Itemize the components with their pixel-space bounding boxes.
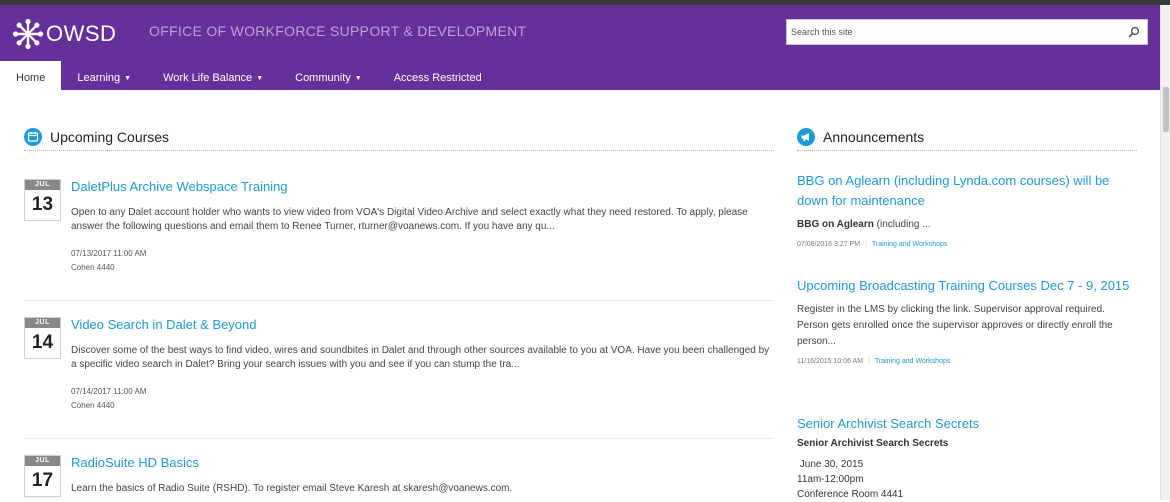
course-date-badge: JUL 17	[24, 455, 61, 497]
announcement-category-link[interactable]: Training and Workshops	[875, 358, 950, 365]
course-month: JUL	[25, 318, 60, 328]
upcoming-courses-divider	[24, 150, 774, 151]
course-location: Cohen 4440	[71, 401, 115, 410]
nav-community[interactable]: Community ▼	[279, 61, 378, 95]
course-day: 17	[31, 470, 54, 491]
course-description: Discover some of the best ways to find v…	[71, 345, 770, 370]
announcement-item: Senior Archivist Search Secrets Senior A…	[797, 414, 1137, 502]
course-title-link[interactable]: Video Search in Dalet & Beyond	[71, 317, 257, 332]
nav-home[interactable]: Home	[0, 61, 62, 95]
announcement-date: 11/16/2015 10:06 AM	[797, 358, 864, 365]
announcement-body-bold: BBG on Aglearn	[797, 219, 874, 230]
calendar-icon	[24, 128, 42, 146]
course-description: Learn the basics of Radio Suite (RSHD). …	[71, 483, 513, 494]
upcoming-courses-heading: Upcoming Courses	[24, 128, 169, 146]
nav-learning-label: Learning	[77, 72, 121, 84]
chevron-down-icon: ▼	[354, 75, 362, 82]
megaphone-icon	[797, 128, 815, 146]
search-icon[interactable]	[1128, 25, 1140, 43]
course-day: 13	[31, 194, 54, 215]
announcements-title: Announcements	[823, 129, 925, 145]
announcements-heading: Announcements	[797, 128, 924, 146]
announcement-body-text: (including ...	[873, 219, 931, 230]
nav-access-restricted[interactable]: Access Restricted	[378, 61, 498, 95]
course-date-badge: JUL 13	[24, 179, 61, 221]
scrollbar-thumb[interactable]	[1163, 87, 1169, 132]
course-separator	[24, 438, 774, 439]
logo-text: OWSD	[46, 21, 117, 46]
announcement-meta: 07/08/2016 3:27 PM | Training and Workshop…	[797, 241, 1137, 248]
course-datetime: 07/14/2017 11:00 AM	[71, 387, 147, 396]
meta-divider: |	[868, 358, 870, 365]
chevron-down-icon: ▼	[256, 75, 264, 82]
course-day: 14	[31, 332, 54, 353]
course-title-link[interactable]: RadioSuite HD Basics	[71, 455, 199, 470]
announcement-subtitle: Senior Archivist Search Secrets	[797, 436, 1137, 452]
course-title-link[interactable]: DaletPlus Archive Webspace Training	[71, 179, 288, 194]
search-input[interactable]	[787, 20, 1117, 44]
snowflake-logo-icon	[12, 18, 44, 50]
announcement-body: Register in the LMS by clicking the link…	[797, 304, 1113, 347]
announcement-title-link[interactable]: Upcoming Broadcasting Training Courses D…	[797, 276, 1137, 296]
nav-access-restricted-label: Access Restricted	[393, 72, 482, 84]
nav-learning[interactable]: Learning ▼	[61, 61, 147, 95]
site-search-box	[786, 19, 1148, 45]
announcement-category-link[interactable]: Training and Workshops	[872, 241, 947, 248]
nav-community-label: Community	[295, 72, 351, 84]
nav-work-life-balance[interactable]: Work Life Balance ▼	[147, 61, 279, 95]
site-title: OFFICE OF WORKFORCE SUPPORT & DEVELOPMEN…	[149, 23, 527, 39]
course-separator	[24, 300, 774, 301]
announcement-time-line: 11am-12:00pm	[797, 474, 864, 485]
course-month: JUL	[25, 456, 60, 466]
meta-divider: |	[865, 241, 867, 248]
course-location: Cohen 4440	[71, 263, 115, 272]
course-description: Open to any Dalet account holder who wan…	[71, 207, 748, 232]
course-date-badge: JUL 14	[24, 317, 61, 359]
upcoming-courses-title: Upcoming Courses	[50, 129, 170, 145]
nav-home-label: Home	[16, 72, 46, 84]
announcement-date-line: June 30, 2015	[797, 459, 864, 470]
announcement-title-link[interactable]: BBG on Aglearn (including Lynda.com cour…	[797, 171, 1137, 211]
page-scrollbar[interactable]	[1160, 5, 1170, 500]
chevron-down-icon: ▼	[124, 75, 132, 82]
announcement-date: 07/08/2016 3:27 PM	[797, 241, 861, 248]
site-header: OWSD OFFICE OF WORKFORCE SUPPORT & DEVEL…	[0, 5, 1170, 95]
announcement-body: BBG on Aglearn (including ...	[797, 217, 1137, 233]
site-logo[interactable]: OWSD	[12, 18, 116, 50]
main-nav: Home Learning ▼ Work Life Balance ▼ Commun…	[0, 61, 498, 95]
announcement-subtitle-text: Senior Archivist Search Secrets	[797, 438, 949, 449]
announcements-divider	[797, 150, 1137, 151]
announcement-item: Upcoming Broadcasting Training Courses D…	[797, 276, 1137, 365]
course-datetime: 07/13/2017 11:00 AM	[71, 249, 147, 258]
announcement-item: BBG on Aglearn (including Lynda.com cour…	[797, 171, 1137, 248]
announcement-meta: 11/16/2015 10:06 AM | Training and Worksho…	[797, 358, 1137, 365]
course-month: JUL	[25, 180, 60, 190]
nav-work-life-balance-label: Work Life Balance	[163, 72, 253, 84]
announcement-title-link[interactable]: Senior Archivist Search Secrets	[797, 414, 1137, 434]
